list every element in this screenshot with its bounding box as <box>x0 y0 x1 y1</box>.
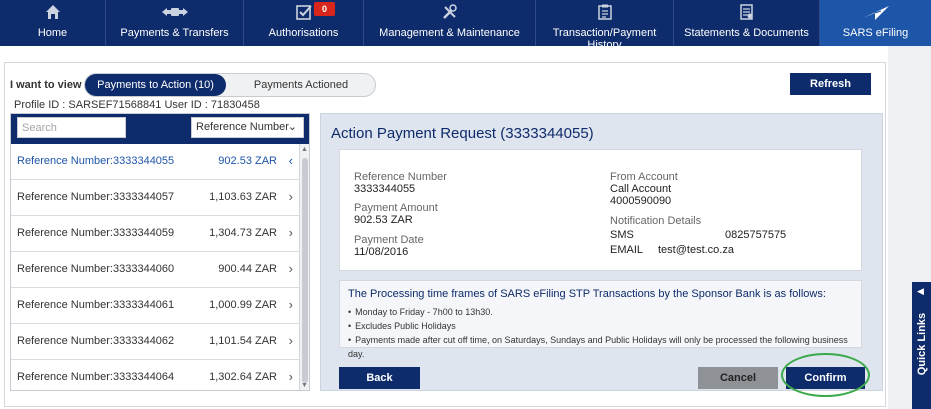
chevron-right-icon: › <box>288 189 293 204</box>
profile-id-value: SARSEF71568841 <box>68 99 162 111</box>
search-input[interactable] <box>17 117 126 138</box>
chevron-right-icon: › <box>288 225 293 240</box>
tools-icon <box>364 4 535 24</box>
from-account-name: Call Account <box>610 183 672 195</box>
tab-payments-actioned[interactable]: Payments Actioned <box>226 74 376 96</box>
list-item-amount: 900.44 ZAR <box>218 263 277 275</box>
scroll-up-icon[interactable]: ▲ <box>301 146 308 153</box>
chevron-right-icon: › <box>288 369 293 384</box>
email-label: EMAIL <box>610 244 644 256</box>
quick-links-tab[interactable]: ◀ Quick Links <box>912 282 931 409</box>
info-bullet: Payments made after cut off time, on Sat… <box>348 333 861 359</box>
list-item[interactable]: Reference Number:3333344059 1,304.73 ZAR… <box>11 216 299 252</box>
info-bullet: Monday to Friday - 7h00 to 13h30. <box>348 305 861 319</box>
list-item-reference: Reference Number:3333344061 <box>17 299 175 311</box>
list-item-amount: 1,103.63 ZAR <box>209 191 277 203</box>
sms-value: 0825757575 <box>725 229 787 241</box>
profile-id-label: Profile ID : <box>14 99 66 111</box>
list-item[interactable]: Reference Number:3333344060 900.44 ZAR › <box>11 252 299 288</box>
reference-value: 3333344055 <box>354 183 416 195</box>
list-item-reference: Reference Number:3333344064 <box>17 371 175 383</box>
list-item-reference: Reference Number:3333344062 <box>17 335 175 347</box>
nav-sars-efiling[interactable]: SARS eFiling <box>820 0 931 46</box>
reference-label: Reference Number <box>354 171 447 183</box>
sort-select[interactable]: Reference Number ⌄ <box>191 117 304 138</box>
list-item[interactable]: Reference Number:3333344064 1,302.64 ZAR… <box>11 360 299 390</box>
date-label: Payment Date <box>354 234 424 246</box>
nav-label: Statements & Documents <box>684 27 809 39</box>
chevron-right-icon: › <box>288 297 293 312</box>
home-icon <box>0 4 105 24</box>
list-item-amount: 1,101.54 ZAR <box>209 335 277 347</box>
refresh-button[interactable]: Refresh <box>790 73 871 95</box>
info-list: Monday to Friday - 7h00 to 13h30. Exclud… <box>348 305 861 359</box>
sms-label: SMS <box>610 229 634 241</box>
nav-home[interactable]: Home <box>0 0 106 46</box>
user-id-label: User ID : <box>164 99 208 111</box>
list-item-amount: 1,302.64 ZAR <box>209 371 277 383</box>
view-label: I want to view <box>10 79 82 91</box>
back-button[interactable]: Back <box>339 367 420 389</box>
nav-payments-transfers[interactable]: Payments & Transfers <box>106 0 244 46</box>
nav-label: Home <box>37 27 68 39</box>
info-title: The Processing time frames of SARS eFili… <box>348 288 826 300</box>
list-header: Reference Number ⌄ <box>11 114 309 144</box>
notification-label: Notification Details <box>610 215 702 227</box>
list-item-selected[interactable]: Reference Number:3333344055 902.53 ZAR ‹ <box>11 144 299 180</box>
sort-select-value: Reference Number <box>196 121 289 133</box>
list-item[interactable]: Reference Number:3333344057 1,103.63 ZAR… <box>11 180 299 216</box>
clipboard-icon <box>536 4 673 24</box>
chevron-right-icon: › <box>288 333 293 348</box>
nav-label: Authorisations <box>268 27 339 39</box>
chevron-right-icon: › <box>288 261 293 276</box>
list-item-reference: Reference Number:3333344055 <box>17 155 175 167</box>
document-icon <box>674 4 819 24</box>
payment-detail-panel: Action Payment Request (3333344055) Refe… <box>320 113 883 391</box>
amount-label: Payment Amount <box>354 202 438 214</box>
tab-payments-to-action[interactable]: Payments to Action (10) <box>85 74 226 96</box>
list-item[interactable]: Reference Number:3333344062 1,101.54 ZAR… <box>11 324 299 360</box>
amount-value: 902.53 ZAR <box>354 214 413 226</box>
nav-label: Management & Maintenance <box>379 27 520 39</box>
list-item-reference: Reference Number:3333344059 <box>17 227 175 239</box>
nav-transaction-history[interactable]: Transaction/Payment History <box>536 0 674 51</box>
top-navigation: Home Payments & Transfers 0 Authorisatio… <box>0 0 931 51</box>
detail-title: Action Payment Request (3333344055) <box>331 125 594 142</box>
processing-info-box: The Processing time frames of SARS eFili… <box>339 280 862 359</box>
profile-info: Profile ID : SARSEF71568841 User ID : 71… <box>14 99 260 111</box>
info-bullet: Excludes Public Holidays <box>348 319 861 333</box>
chevron-down-icon: ⌄ <box>287 121 297 133</box>
date-value: 11/08/2016 <box>354 246 409 258</box>
sars-logo-icon <box>820 4 931 24</box>
list-item-reference: Reference Number:3333344057 <box>17 191 175 203</box>
list-item-amount: 1,000.99 ZAR <box>209 299 277 311</box>
nav-label: Payments & Transfers <box>120 27 229 39</box>
notification-badge: 0 <box>314 2 335 16</box>
scroll-down-icon[interactable]: ▼ <box>301 382 308 389</box>
checkbox-icon <box>244 4 363 24</box>
payment-list-panel: Reference Number ⌄ Reference Number:3333… <box>10 113 310 391</box>
payments-icon <box>106 4 243 24</box>
chevron-left-icon: ‹ <box>288 153 293 168</box>
list-item-amount: 1,304.73 ZAR <box>209 227 277 239</box>
scrollbar-thumb[interactable] <box>302 158 308 383</box>
nav-label: SARS eFiling <box>842 27 909 39</box>
quick-links-label: Quick Links <box>916 312 928 376</box>
list-item-amount: 902.53 ZAR <box>218 155 277 167</box>
nav-authorisations[interactable]: 0 Authorisations <box>244 0 364 46</box>
cancel-button[interactable]: Cancel <box>698 367 778 389</box>
nav-statements-documents[interactable]: Statements & Documents <box>674 0 820 46</box>
confirm-button[interactable]: Confirm <box>786 367 865 389</box>
from-account-label: From Account <box>610 171 678 183</box>
from-account-number: 4000590090 <box>610 195 672 207</box>
view-toggle: Payments to Action (10) Payments Actione… <box>84 73 376 97</box>
user-id-value: 71830458 <box>210 99 260 111</box>
nav-management-maintenance[interactable]: Management & Maintenance <box>364 0 536 46</box>
list-scrollbar[interactable]: ▲ ▼ <box>299 144 309 390</box>
email-value: test@test.co.za <box>658 244 734 256</box>
list-item-reference: Reference Number:3333344060 <box>17 263 175 275</box>
list-item[interactable]: Reference Number:3333344061 1,000.99 ZAR… <box>11 288 299 324</box>
payment-details-card: Reference Number 3333344055 Payment Amou… <box>339 149 862 271</box>
